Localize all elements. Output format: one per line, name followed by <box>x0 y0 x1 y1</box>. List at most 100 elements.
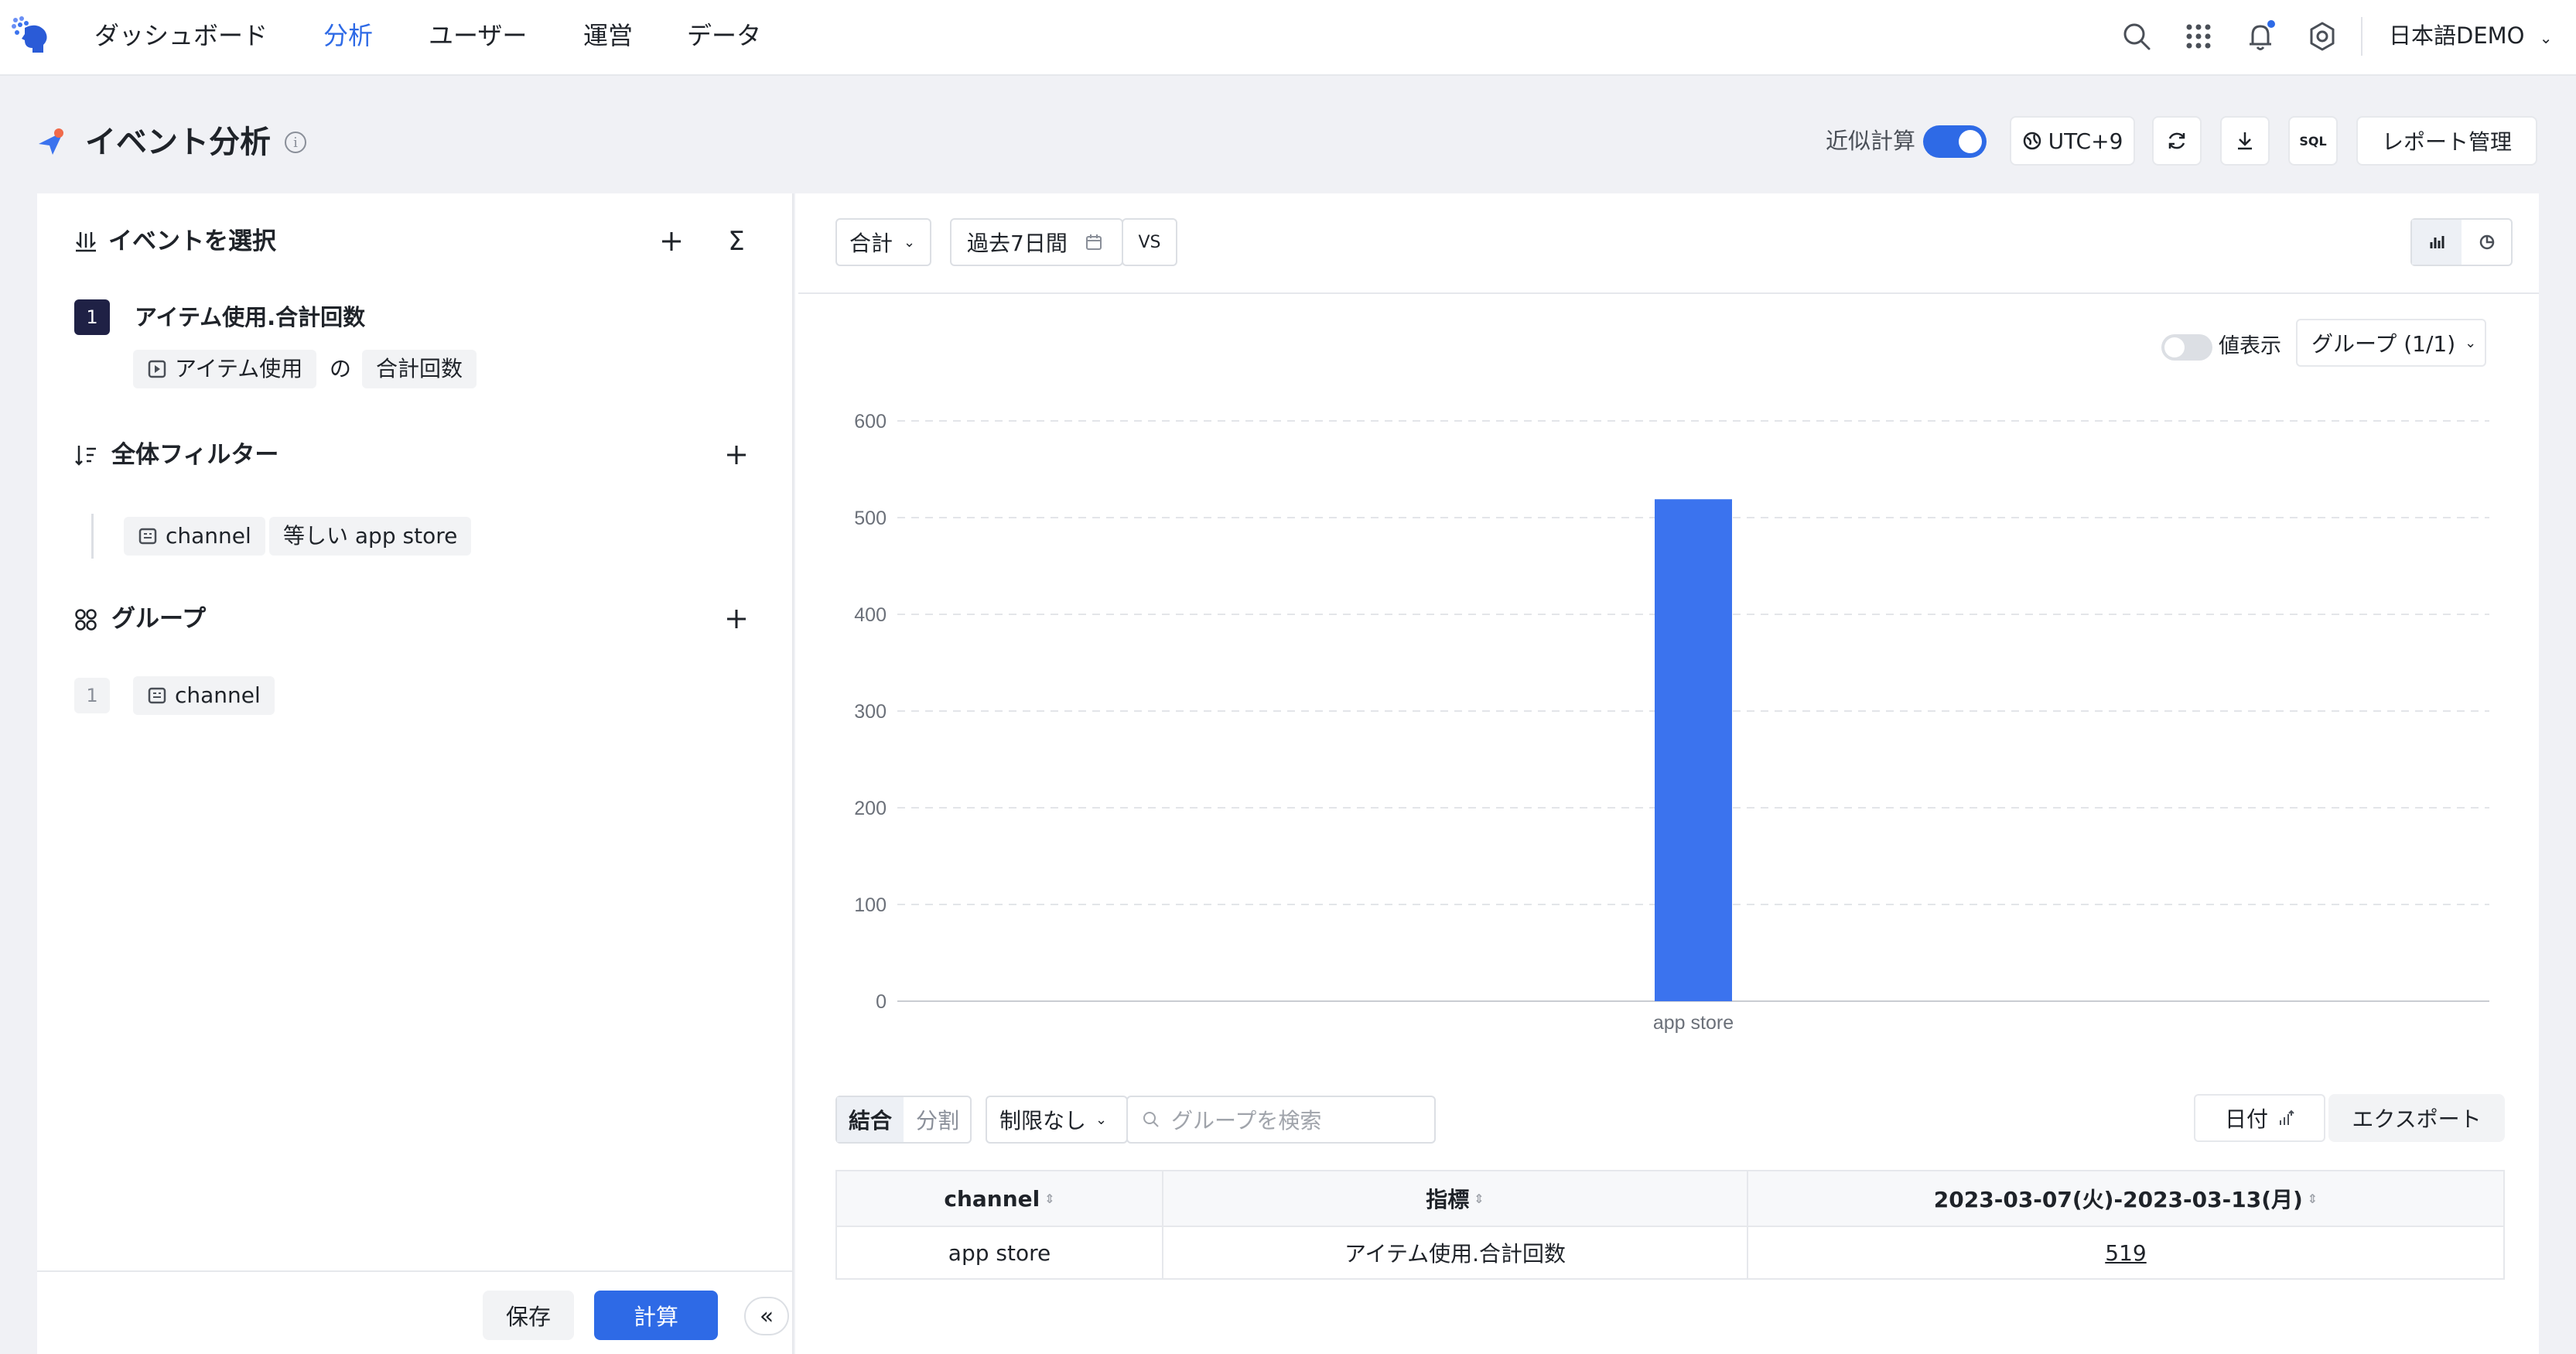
approx-toggle[interactable] <box>1923 125 1987 158</box>
collapse-panel-button[interactable]: « <box>744 1297 789 1335</box>
chevron-down-icon: ⌄ <box>904 234 916 251</box>
table-cell-value[interactable]: 519 <box>1748 1226 2503 1280</box>
y-tick-label: 200 <box>854 798 887 819</box>
table-cell-metric: アイテム使用.合計回数 <box>1163 1226 1748 1280</box>
group-property-tag[interactable]: channel <box>133 676 275 715</box>
value-display-toggle[interactable] <box>2161 334 2212 361</box>
group-section-title: グループ <box>111 605 207 633</box>
logo-icon[interactable] <box>9 14 53 57</box>
sort-icon: ⇕ <box>1474 1191 1484 1206</box>
chevron-down-icon: ⌄ <box>2539 29 2553 47</box>
toolbar-divider <box>798 292 2539 294</box>
download-icon[interactable] <box>2220 116 2270 166</box>
info-icon[interactable]: i <box>285 132 306 153</box>
event-type-icon <box>147 359 167 379</box>
event-tag[interactable]: アイテム使用 <box>133 350 317 388</box>
chart-type-switch <box>2410 218 2513 266</box>
nav-analysis[interactable]: 分析 <box>323 20 373 51</box>
globe-icon <box>2022 131 2042 151</box>
global-filter-title: 全体フィルター <box>111 441 279 469</box>
aggregate-select[interactable]: 合計 ⌄ <box>835 218 931 266</box>
nav-dashboard[interactable]: ダッシュボード <box>94 20 268 51</box>
timezone-button[interactable]: UTC+9 <box>2010 116 2135 166</box>
filter-property-label: channel <box>166 523 251 549</box>
pie-chart-icon[interactable] <box>2463 220 2511 265</box>
events-section-title: イベントを選択 <box>108 227 276 255</box>
group-index-badge: 1 <box>74 678 110 713</box>
split-tab[interactable]: 分割 <box>905 1097 970 1142</box>
date-sort-icon <box>2277 1110 2294 1127</box>
project-selector[interactable]: 日本語DEMO ⌄ <box>2389 20 2553 53</box>
filter-property-tag[interactable]: channel <box>124 517 265 556</box>
right-panel: 合計 ⌄ 過去7日間 VS 値表示 グループ (1/1) ⌄ 0 100 200 30… <box>795 193 2539 1354</box>
y-tick-label: 500 <box>854 508 887 529</box>
event-item-title[interactable]: アイテム使用.合計回数 <box>135 300 365 334</box>
table-header-date-range[interactable]: 2023-03-07(火)-2023-03-13(月) ⇕ <box>1748 1171 2503 1226</box>
rocket-icon <box>36 127 67 158</box>
sort-icon: ⇕ <box>2307 1191 2318 1206</box>
settings-icon[interactable] <box>2305 19 2339 53</box>
group-property-label: channel <box>175 682 261 708</box>
event-tag-label: アイテム使用 <box>175 356 303 381</box>
y-tick-label: 300 <box>854 701 887 723</box>
nav-operations[interactable]: 運営 <box>583 20 633 51</box>
header-label: 2023-03-07(火)-2023-03-13(月) <box>1933 1187 2303 1212</box>
date-range-picker[interactable]: 過去7日間 <box>950 218 1123 266</box>
nav-data[interactable]: データ <box>687 20 761 51</box>
group-search-input[interactable]: グループを検索 <box>1126 1096 1436 1144</box>
chevron-down-icon: ⌄ <box>2465 334 2477 351</box>
group-filter-label: グループ (1/1) <box>2311 331 2456 357</box>
top-nav: ダッシュボード 分析 ユーザー 運営 データ 日本語DEMO ⌄ <box>0 0 2576 76</box>
bar-chart: 0 100 200 300 400 500 600 app store <box>854 411 2489 1034</box>
limit-select[interactable]: 制限なし ⌄ <box>986 1096 1128 1144</box>
event-select-icon <box>73 229 99 255</box>
sigma-icon[interactable]: Σ <box>721 226 752 257</box>
filter-condition-tag[interactable]: 等しい app store <box>269 517 472 556</box>
x-tick-label: app store <box>1653 1012 1734 1034</box>
bottom-divider <box>37 1270 794 1272</box>
timezone-label: UTC+9 <box>2048 128 2123 154</box>
sql-button[interactable]: SQL <box>2288 116 2338 166</box>
filter-sort-icon <box>73 443 99 469</box>
header-label: 指標 <box>1426 1187 1470 1212</box>
add-filter-icon[interactable] <box>721 439 752 470</box>
event-index-badge: 1 <box>74 299 110 335</box>
filter-rail <box>91 514 94 559</box>
add-group-icon[interactable] <box>721 603 752 634</box>
bell-icon[interactable] <box>2243 19 2277 53</box>
page-title: イベント分析 <box>85 125 271 160</box>
group-filter-select[interactable]: グループ (1/1) ⌄ <box>2296 319 2486 367</box>
property-icon <box>138 526 158 546</box>
save-button[interactable]: 保存 <box>483 1291 574 1340</box>
group-icon <box>73 607 99 633</box>
refresh-icon[interactable] <box>2152 116 2202 166</box>
limit-label: 制限なし <box>999 1108 1087 1133</box>
property-icon <box>147 686 167 706</box>
merge-tab[interactable]: 結合 <box>837 1097 904 1142</box>
table-header-metric[interactable]: 指標 ⇕ <box>1163 1171 1748 1226</box>
approx-label: 近似計算 <box>1826 128 1916 154</box>
date-button-label: 日付 <box>2224 1106 2268 1132</box>
bar-app-store[interactable] <box>1655 499 1732 1001</box>
bar-chart-icon[interactable] <box>2412 220 2462 265</box>
metric-tag[interactable]: 合計回数 <box>362 350 477 388</box>
project-name: 日本語DEMO <box>2389 22 2525 49</box>
export-button[interactable]: エクスポート <box>2328 1094 2505 1142</box>
report-management-button[interactable]: レポート管理 <box>2356 116 2537 166</box>
aggregate-label: 合計 <box>849 231 893 256</box>
merge-split-switch: 結合 分割 <box>835 1096 972 1144</box>
y-tick-label: 0 <box>876 991 887 1013</box>
divider <box>2361 17 2362 56</box>
compare-vs-button[interactable]: VS <box>1122 218 1177 266</box>
search-icon <box>1142 1110 1160 1129</box>
table-cell-channel: app store <box>837 1226 1163 1280</box>
header-label: channel <box>944 1185 1040 1212</box>
date-sort-button[interactable]: 日付 <box>2194 1094 2325 1142</box>
table-header-channel[interactable]: channel ⇕ <box>837 1171 1163 1226</box>
nav-users[interactable]: ユーザー <box>429 20 527 51</box>
add-event-icon[interactable] <box>656 226 687 257</box>
search-icon[interactable] <box>2120 19 2154 53</box>
calculate-button[interactable]: 計算 <box>594 1291 718 1340</box>
y-tick-label: 100 <box>854 894 887 916</box>
apps-grid-icon[interactable] <box>2181 19 2216 53</box>
